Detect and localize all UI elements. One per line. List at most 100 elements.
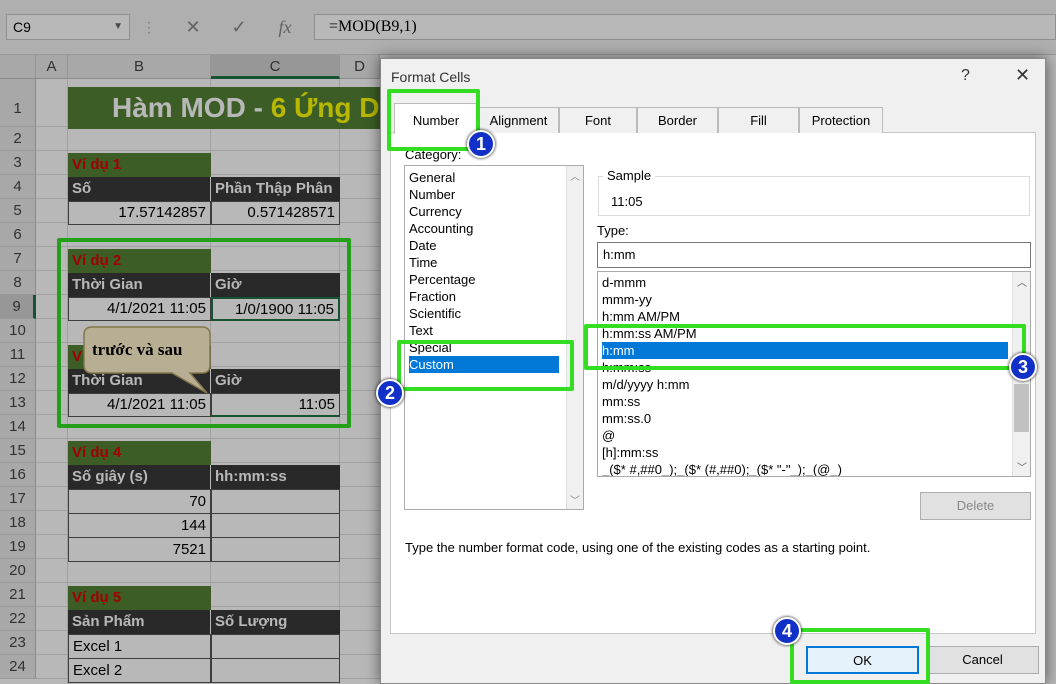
column-header-d[interactable]: D — [340, 55, 380, 79]
category-item-number[interactable]: Number — [409, 186, 559, 203]
chevron-down-icon[interactable]: ﹀ — [1017, 459, 1027, 474]
row-header-8[interactable]: 8 — [0, 271, 36, 295]
category-item-date[interactable]: Date — [409, 237, 559, 254]
format-item[interactable]: @ — [602, 427, 1008, 444]
example-1-label: Ví dụ 1 — [68, 153, 211, 177]
title-highlight: 6 Ứng D — [270, 92, 380, 123]
ex4-seconds-row[interactable]: 144 — [68, 513, 211, 538]
row-header-13[interactable]: 13 — [0, 391, 36, 415]
close-button[interactable]: ✕ — [1015, 65, 1030, 86]
hint-text: Type the number format code, using one o… — [405, 540, 871, 555]
row-header-5[interactable]: 5 — [0, 199, 36, 223]
ex5-header-quantity: Số Lượng — [211, 610, 340, 634]
sample-label: Sample — [603, 168, 656, 183]
tab-fill[interactable]: Fill — [718, 107, 799, 133]
tab-protection[interactable]: Protection — [799, 107, 883, 133]
highlight-ok-button — [790, 628, 930, 684]
row-header-20[interactable]: 20 — [0, 559, 36, 583]
ex1-header-number: Số — [68, 177, 211, 201]
column-header-b[interactable]: B — [68, 55, 211, 79]
row-header-12[interactable]: 12 — [0, 367, 36, 391]
category-item-fraction[interactable]: Fraction — [409, 288, 559, 305]
column-header-c[interactable]: C — [211, 55, 340, 79]
category-item-time[interactable]: Time — [409, 254, 559, 271]
category-scrollbar[interactable]: ︿ ﹀ — [566, 166, 583, 509]
category-item-accounting[interactable]: Accounting — [409, 220, 559, 237]
ex4-time-row[interactable] — [211, 489, 340, 514]
scrollbar-thumb[interactable] — [1014, 384, 1029, 432]
ex1-value-fraction[interactable]: 0.571428571 — [211, 201, 340, 225]
row-header-22[interactable]: 22 — [0, 607, 36, 631]
step-badge-4: 4 — [773, 617, 801, 645]
row-header-6[interactable]: 6 — [0, 223, 36, 247]
row-header-3[interactable]: 3 — [0, 151, 36, 175]
ex5-header-product: Sản Phẩm — [68, 610, 211, 634]
format-item[interactable]: d-mmm — [602, 274, 1008, 291]
type-input[interactable]: h:mm — [597, 242, 1031, 268]
cancel-icon[interactable]: ✕ — [180, 14, 206, 40]
row-header-17[interactable]: 17 — [0, 487, 36, 511]
select-all-corner[interactable] — [0, 55, 36, 79]
format-item[interactable]: _($* #,##0_);_($* (#,##0);_($* "-"_);_(@… — [602, 461, 1008, 476]
help-button[interactable]: ? — [961, 67, 970, 85]
grip-icon: ⋮ — [142, 19, 156, 35]
tab-font[interactable]: Font — [559, 107, 637, 133]
format-item[interactable]: mmm-yy — [602, 291, 1008, 308]
highlight-number-tab — [387, 89, 480, 151]
ex5-product-row[interactable]: Excel 2 — [68, 658, 211, 683]
enter-icon[interactable]: ✓ — [226, 14, 252, 40]
row-header-2[interactable]: 2 — [0, 127, 36, 151]
name-box[interactable]: C9 ▼ — [6, 14, 130, 40]
format-item[interactable]: mm:ss.0 — [602, 410, 1008, 427]
chevron-up-icon[interactable]: ︿ — [570, 168, 580, 183]
row-header-16[interactable]: 16 — [0, 463, 36, 487]
row-header-4[interactable]: 4 — [0, 175, 36, 199]
ex4-seconds-row[interactable]: 7521 — [68, 537, 211, 562]
chevron-down-icon[interactable]: ﹀ — [570, 492, 580, 507]
row-header-15[interactable]: 15 — [0, 439, 36, 463]
ex4-seconds-row[interactable]: 70 — [68, 489, 211, 514]
chevron-down-icon[interactable]: ▼ — [113, 15, 123, 39]
row-header-21[interactable]: 21 — [0, 583, 36, 607]
ex5-product-row[interactable]: Excel 1 — [68, 634, 211, 659]
row-header-9[interactable]: 9 — [0, 295, 36, 319]
step-badge-1: 1 — [467, 130, 495, 158]
row-header-11[interactable]: 11 — [0, 343, 36, 367]
format-item[interactable]: [h]:mm:ss — [602, 444, 1008, 461]
formula-bar: C9 ▼ ⋮ ✕ ✓ fx =MOD(B9,1) — [0, 0, 1056, 55]
ex5-quantity-row[interactable] — [211, 634, 340, 659]
tab-border[interactable]: Border — [637, 107, 718, 133]
column-header-a[interactable]: A — [36, 55, 68, 79]
chevron-up-icon[interactable]: ︿ — [1017, 274, 1027, 289]
cancel-button[interactable]: Cancel — [926, 646, 1039, 674]
format-list[interactable]: d-mmm mmm-yy h:mm AM/PM h:mm:ss AM/PM h:mm h:… — [597, 271, 1031, 477]
row-header-18[interactable]: 18 — [0, 511, 36, 535]
row-header-14[interactable]: 14 — [0, 415, 36, 439]
format-item[interactable]: m/d/yyyy h:mm — [602, 376, 1008, 393]
row-header-24[interactable]: 24 — [0, 655, 36, 679]
ex4-time-row[interactable] — [211, 513, 340, 538]
category-item-text[interactable]: Text — [409, 322, 559, 339]
delete-button[interactable]: Delete — [920, 492, 1031, 520]
category-item-percentage[interactable]: Percentage — [409, 271, 559, 288]
tab-alignment[interactable]: Alignment — [478, 107, 559, 133]
category-item-currency[interactable]: Currency — [409, 203, 559, 220]
format-item[interactable]: h:mm AM/PM — [602, 308, 1008, 325]
formula-input[interactable]: =MOD(B9,1) — [314, 14, 1056, 40]
row-header-23[interactable]: 23 — [0, 631, 36, 655]
ex1-value-number[interactable]: 17.57142857 — [68, 201, 211, 225]
category-list[interactable]: General Number Currency Accounting Date Time P… — [404, 165, 584, 510]
row-header-10[interactable]: 10 — [0, 319, 36, 343]
ex4-time-row[interactable] — [211, 537, 340, 562]
format-item[interactable]: mm:ss — [602, 393, 1008, 410]
insert-function-icon[interactable]: fx — [272, 14, 298, 40]
ex5-quantity-row[interactable] — [211, 658, 340, 683]
row-header-7[interactable]: 7 — [0, 247, 36, 271]
row-header-19[interactable]: 19 — [0, 535, 36, 559]
row-header-1[interactable]: 1 — [0, 79, 36, 127]
highlight-format-hmm — [584, 324, 1026, 370]
step-badge-3: 3 — [1009, 353, 1037, 381]
category-item-scientific[interactable]: Scientific — [409, 305, 559, 322]
gridline-row — [36, 582, 380, 583]
category-item-general[interactable]: General — [409, 169, 559, 186]
